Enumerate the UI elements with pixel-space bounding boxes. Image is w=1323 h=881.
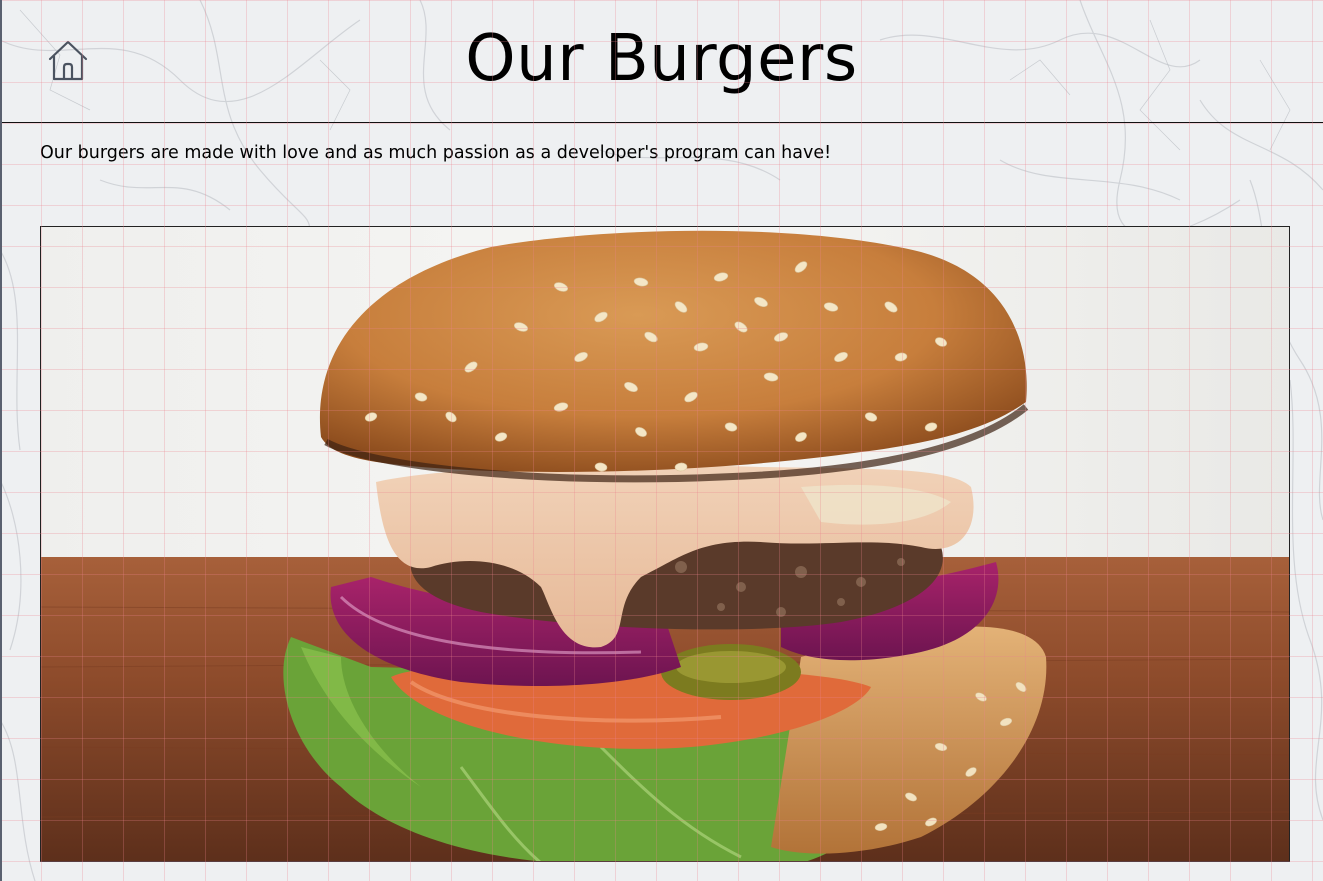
- page-header: Our Burgers: [0, 0, 1323, 123]
- burger-photo: [40, 226, 1290, 862]
- left-edge-rule: [0, 0, 2, 881]
- intro-text: Our burgers are made with love and as mu…: [40, 143, 832, 163]
- page-title: Our Burgers: [465, 22, 858, 96]
